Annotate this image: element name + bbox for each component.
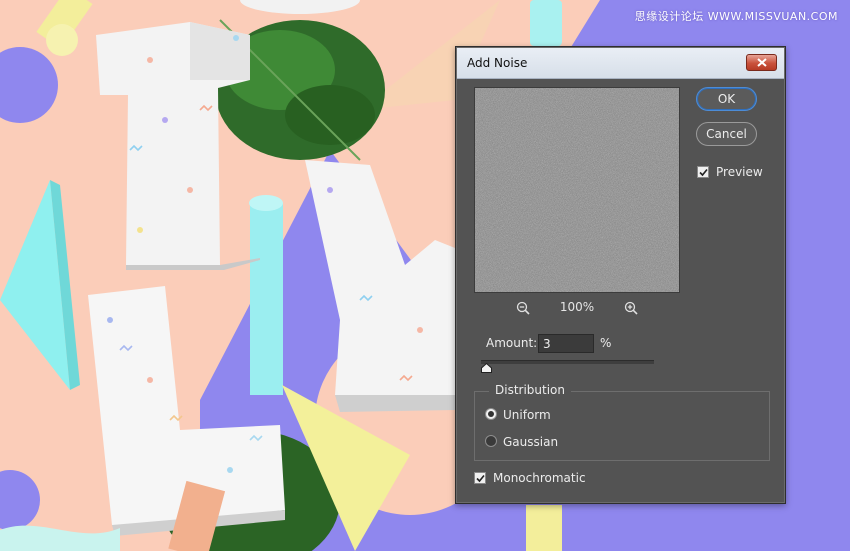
monochromatic-checkbox[interactable]: [474, 472, 486, 484]
distribution-title: Distribution: [489, 383, 572, 397]
close-icon: [757, 58, 767, 67]
slider-thumb-icon[interactable]: [480, 363, 492, 373]
dialog-titlebar[interactable]: Add Noise: [457, 48, 784, 79]
uniform-label: Uniform: [503, 408, 551, 422]
add-noise-dialog: Add Noise 100% OK Cancel Preview Amount:…: [455, 46, 786, 504]
monochromatic-label: Monochromatic: [493, 471, 586, 485]
preview-checkbox[interactable]: [697, 166, 709, 178]
uniform-radio[interactable]: [485, 408, 497, 420]
amount-unit-label: %: [600, 336, 612, 350]
close-button[interactable]: [746, 54, 777, 71]
zoom-in-icon[interactable]: [624, 301, 638, 315]
distribution-group: [474, 391, 770, 461]
gaussian-label: Gaussian: [503, 435, 559, 449]
watermark-text: 思缘设计论坛 WWW.MISSVUAN.COM: [634, 10, 838, 23]
amount-slider[interactable]: [481, 360, 654, 364]
blue-cylinder-center: [249, 195, 283, 395]
dialog-title: Add Noise: [467, 56, 528, 70]
ok-button[interactable]: OK: [696, 87, 757, 111]
amount-label: Amount:: [486, 336, 538, 350]
preview-image[interactable]: [474, 87, 680, 293]
preview-label: Preview: [716, 165, 763, 179]
zoom-level: 100%: [559, 300, 595, 314]
noise-preview: [475, 88, 679, 292]
cancel-button[interactable]: Cancel: [696, 122, 757, 146]
checkmark-icon: [476, 474, 485, 483]
gaussian-radio[interactable]: [485, 435, 497, 447]
yellow-pillar: [526, 505, 562, 551]
checkmark-icon: [699, 168, 708, 177]
blue-cylinder-top: [530, 0, 562, 46]
amount-input[interactable]: [538, 334, 594, 353]
zoom-controls: 100%: [474, 299, 680, 317]
